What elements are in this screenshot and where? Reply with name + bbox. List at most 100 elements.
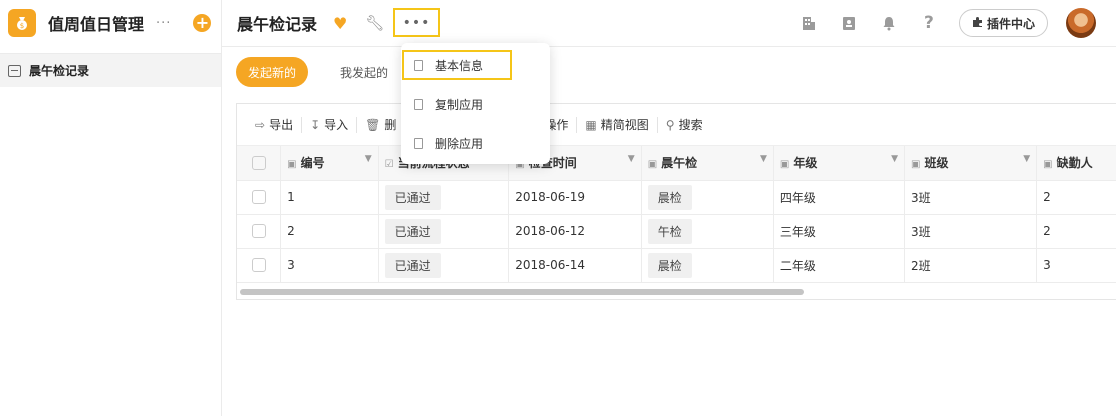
main-content: 发起新的 我发起的 计 ⇨ 导出 ↧ 导入 🗑︎ 删 量操作 xyxy=(222,46,1116,416)
header-class[interactable]: ▣ 班级 ▼ xyxy=(904,146,1038,181)
cell-check: 晨检 xyxy=(641,248,774,283)
bell-icon[interactable] xyxy=(881,15,897,31)
cell-check: 午检 xyxy=(641,214,774,249)
table-panel: ⇨ 导出 ↧ 导入 🗑︎ 删 量操作 ▦ 精简视图 ⚲ 搜索 ▣ 编号 ▼ ☑ … xyxy=(236,103,1116,300)
more-options-button[interactable]: ••• xyxy=(393,8,440,37)
header-absent[interactable]: ▣ 缺勤人 xyxy=(1036,146,1116,181)
menu-item-delete-app[interactable]: 删除应用 xyxy=(401,128,550,158)
cell-absent: 3 xyxy=(1036,248,1116,283)
sidebar-item-morning-check[interactable]: 晨午检记录 xyxy=(0,54,221,87)
cell-time: 2018-06-12 xyxy=(508,214,642,249)
search-icon: ⚲ xyxy=(665,117,675,132)
tab-new[interactable]: 发起新的 xyxy=(236,57,309,87)
copy-icon xyxy=(414,98,423,110)
row-select-cell[interactable] xyxy=(237,248,282,283)
favorite-heart-icon[interactable]: ♥ xyxy=(333,14,347,33)
check-badge: 晨检 xyxy=(647,252,692,278)
plugin-center-label: 插件中心 xyxy=(986,16,1035,31)
export-icon: ⇨ xyxy=(255,117,266,132)
export-label: 导出 xyxy=(269,118,294,132)
header-grade[interactable]: ▣ 年级 ▼ xyxy=(773,146,906,181)
delete-button[interactable]: 🗑︎ 删 xyxy=(357,116,404,133)
status-badge: 已通过 xyxy=(384,218,441,244)
sort-arrow-icon[interactable]: ▼ xyxy=(891,154,898,164)
cell-grade: 四年级 xyxy=(773,180,906,215)
app-more-button[interactable]: ··· xyxy=(156,16,171,31)
search-button[interactable]: ⚲ 搜索 xyxy=(658,116,711,133)
sidebar: $ 值周值日管理 ··· + 晨午检记录 xyxy=(0,0,222,416)
import-button[interactable]: ↧ 导入 xyxy=(302,116,356,133)
select-all-checkbox[interactable] xyxy=(251,156,266,170)
cell-status: 已通过 xyxy=(378,180,510,215)
data-table: ▣编号▼ ☑当前流程状态 ▣检查时间▼ ▣晨午检▼ ▣年级▼ ▣班级▼ ▣缺勤人… xyxy=(237,146,1116,283)
row-checkbox[interactable] xyxy=(251,190,266,205)
grid-icon: ▦ xyxy=(585,117,597,132)
app-logo[interactable]: $ xyxy=(8,9,36,37)
row-select-cell[interactable] xyxy=(237,180,282,215)
select-all-cell[interactable] xyxy=(237,146,282,181)
cell-status: 已通过 xyxy=(378,248,510,283)
menu-highlight-box xyxy=(402,50,512,80)
avatar[interactable] xyxy=(1066,8,1096,38)
table-row[interactable]: 2 已通过 2018-06-12 午检 三年级 3班 2 xyxy=(237,214,1116,249)
app-header: $ 值周值日管理 ··· + xyxy=(0,0,221,46)
plugin-center-button[interactable]: 插件中心 xyxy=(958,9,1048,37)
horizontal-scrollbar[interactable] xyxy=(240,289,804,295)
page-title: 晨午检记录 xyxy=(237,15,318,34)
search-label: 搜索 xyxy=(678,118,703,132)
sort-arrow-icon[interactable]: ▼ xyxy=(365,154,372,164)
cell-absent: 2 xyxy=(1036,214,1116,249)
cell-grade: 三年级 xyxy=(773,214,906,249)
field-icon: ☑ xyxy=(384,159,394,171)
trash-icon: 🗑︎ xyxy=(365,117,381,132)
field-icon: ▣ xyxy=(1043,159,1053,171)
table-header-row: ▣编号▼ ☑当前流程状态 ▣检查时间▼ ▣晨午检▼ ▣年级▼ ▣班级▼ ▣缺勤人 xyxy=(237,146,1116,181)
status-badge: 已通过 xyxy=(384,184,441,210)
check-badge: 晨检 xyxy=(647,184,692,210)
settings-wrench-icon[interactable]: 🔧︎ xyxy=(365,14,384,32)
import-label: 导入 xyxy=(324,118,349,132)
cell-absent: 2 xyxy=(1036,180,1116,215)
cell-id: 1 xyxy=(280,180,379,215)
sort-arrow-icon[interactable]: ▼ xyxy=(1023,154,1030,164)
menu-item-label: 删除应用 xyxy=(435,136,484,151)
table-row[interactable]: 1 已通过 2018-06-19 晨检 四年级 3班 2 xyxy=(237,180,1116,215)
svg-text:$: $ xyxy=(20,22,24,30)
field-icon: ▣ xyxy=(647,159,658,171)
topbar: 晨午检记录 ♥ 🔧︎ ••• ? 插件中心 xyxy=(222,0,1116,46)
cell-class: 3班 xyxy=(904,180,1038,215)
add-button[interactable]: + xyxy=(193,14,212,32)
cell-time: 2018-06-14 xyxy=(508,248,642,283)
cell-class: 2班 xyxy=(904,248,1038,283)
top-right-actions: ? 插件中心 xyxy=(801,0,1116,46)
sort-arrow-icon[interactable]: ▼ xyxy=(760,154,767,164)
compact-view-button[interactable]: ▦ 精简视图 xyxy=(577,116,656,133)
header-id[interactable]: ▣ 编号 ▼ xyxy=(280,146,379,181)
tab-mine[interactable]: 我发起的 xyxy=(340,64,388,81)
cell-id: 2 xyxy=(280,214,379,249)
row-checkbox[interactable] xyxy=(251,258,266,273)
trash-icon xyxy=(414,137,423,149)
field-icon: ▣ xyxy=(911,159,921,171)
field-icon: ▣ xyxy=(287,159,297,171)
app-title: 值周值日管理 xyxy=(48,15,145,34)
contacts-icon[interactable] xyxy=(841,15,857,31)
sort-arrow-icon[interactable]: ▼ xyxy=(628,154,635,164)
table-row[interactable]: 3 已通过 2018-06-14 晨检 二年级 2班 3 xyxy=(237,248,1116,283)
header-check[interactable]: ▣ 晨午检 ▼ xyxy=(641,146,774,181)
cell-time: 2018-06-19 xyxy=(508,180,642,215)
cell-grade: 二年级 xyxy=(773,248,906,283)
money-bag-icon: $ xyxy=(17,17,27,30)
row-checkbox[interactable] xyxy=(251,224,266,239)
cell-class: 3班 xyxy=(904,214,1038,249)
delete-label: 删 xyxy=(384,118,397,132)
cell-id: 3 xyxy=(280,248,379,283)
building-icon[interactable] xyxy=(801,15,817,31)
menu-item-label: 复制应用 xyxy=(435,97,484,112)
table-toolbar: ⇨ 导出 ↧ 导入 🗑︎ 删 量操作 ▦ 精简视图 ⚲ 搜索 xyxy=(237,104,1116,146)
menu-item-copy-app[interactable]: 复制应用 xyxy=(401,89,550,119)
row-select-cell[interactable] xyxy=(237,214,282,249)
field-icon: ▣ xyxy=(779,159,790,171)
help-icon[interactable]: ? xyxy=(921,15,937,32)
export-button[interactable]: ⇨ 导出 xyxy=(247,116,301,133)
